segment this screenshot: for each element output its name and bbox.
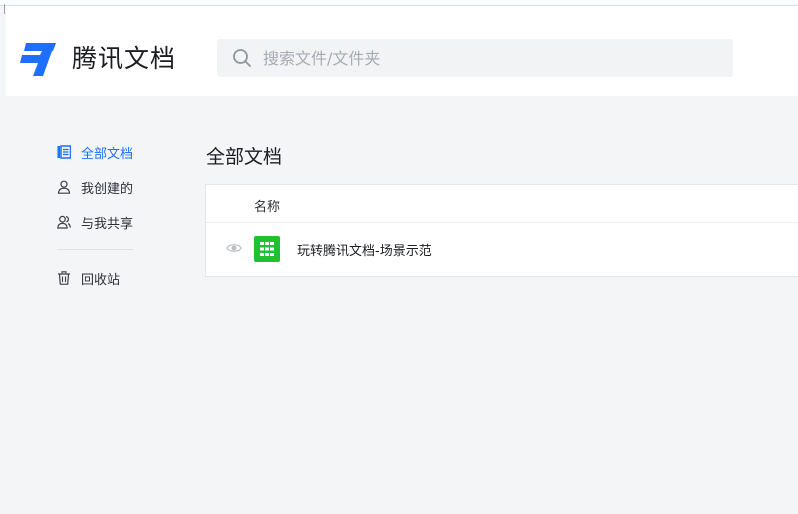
brand-logo[interactable]: 腾讯文档 (20, 39, 176, 79)
trash-icon (58, 271, 70, 285)
user-icon (57, 180, 71, 194)
document-list-icon (57, 145, 71, 159)
sidebar-divider (57, 249, 133, 250)
column-header-name[interactable]: 名称 (254, 196, 280, 215)
tencent-docs-logo-icon (20, 43, 56, 76)
eye-icon (226, 244, 242, 252)
sidebar-item-all-docs[interactable]: 全部文档 (57, 142, 133, 162)
page-title: 全部文档 (206, 146, 283, 168)
sidebar: 全部文档 我创建的 与我共享 回收站 (0, 96, 180, 514)
sidebar-item-label: 回收站 (81, 272, 121, 288)
brand-name: 腾讯文档 (72, 44, 177, 73)
sidebar-item-label: 与我共享 (81, 216, 134, 232)
search-box[interactable] (217, 39, 733, 77)
sidebar-item-label: 全部文档 (81, 146, 134, 162)
search-input[interactable] (261, 47, 705, 69)
sidebar-item-shared-with-me[interactable]: 与我共享 (57, 212, 133, 232)
search-icon (233, 49, 251, 67)
sidebar-item-created-by-me[interactable]: 我创建的 (57, 177, 133, 197)
window-edge-mark (4, 4, 5, 14)
sidebar-item-recycle-bin[interactable]: 回收站 (57, 268, 120, 288)
list-item[interactable]: 玩转腾讯文档-场景示范 (206, 223, 798, 276)
sidebar-item-label: 我创建的 (81, 181, 134, 197)
app-window: 腾讯文档 全部文档 我创建的 (0, 0, 798, 514)
document-list: 名称 玩转腾讯文档-场景示范 (205, 184, 798, 277)
shared-users-icon (57, 215, 71, 229)
document-title[interactable]: 玩转腾讯文档-场景示范 (297, 240, 432, 259)
spreadsheet-icon (254, 236, 280, 262)
list-header: 名称 (206, 185, 798, 223)
